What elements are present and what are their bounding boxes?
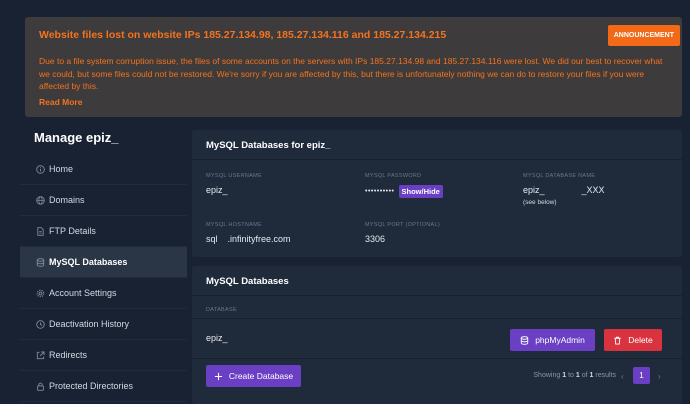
pagination-next[interactable]: › bbox=[658, 372, 661, 381]
gear-icon bbox=[34, 287, 47, 300]
dbname-note: (see below) bbox=[523, 199, 557, 206]
plus-icon bbox=[214, 372, 222, 380]
read-more-link[interactable]: Read More bbox=[39, 97, 82, 107]
clock-icon bbox=[34, 318, 47, 331]
field-label: MYSQL PASSWORD bbox=[365, 173, 422, 179]
sidebar-item-label: Deactivation History bbox=[49, 319, 130, 329]
mysql-hostname-field: MYSQL HOSTNAME sql .infinityfree.com bbox=[206, 222, 291, 244]
pager-to: 1 bbox=[575, 372, 580, 379]
mysql-dbname-field: MYSQL DATABASE NAME epiz_ _XXX (see belo… bbox=[523, 173, 605, 206]
field-label: MYSQL USERNAME bbox=[206, 173, 262, 179]
pagination-prev[interactable]: ‹ bbox=[621, 372, 624, 381]
button-label: Create Database bbox=[228, 371, 294, 381]
database-name: epiz_ bbox=[206, 333, 228, 343]
hostname-suffix: .infinityfree.com bbox=[227, 234, 291, 244]
panel-title: MySQL Databases bbox=[192, 266, 682, 296]
mysql-username-value: epiz_ bbox=[206, 185, 228, 195]
sidebar-item-label: MySQL Databases bbox=[49, 257, 128, 267]
sidebar-item-home[interactable]: Home bbox=[20, 154, 187, 185]
sidebar-item-mysql-databases[interactable]: MySQL Databases bbox=[20, 247, 187, 278]
create-database-button[interactable]: Create Database bbox=[206, 365, 301, 387]
file-icon bbox=[34, 225, 47, 238]
sidebar-item-protected-directories[interactable]: Protected Directories bbox=[20, 371, 187, 402]
announcement-banner: Website files lost on website IPs 185.27… bbox=[25, 17, 682, 117]
table-row: epiz_ phpMyAdmin Delete bbox=[192, 319, 682, 359]
field-label: MYSQL DATABASE NAME bbox=[523, 173, 596, 179]
pager-text: Showing bbox=[533, 372, 561, 379]
info-icon bbox=[34, 163, 47, 176]
field-label: MYSQL PORT (OPTIONAL) bbox=[365, 222, 440, 228]
announcement-badge: ANNOUNCEMENT bbox=[607, 25, 680, 46]
pager-text: of bbox=[581, 372, 588, 379]
field-label: MYSQL HOSTNAME bbox=[206, 222, 262, 228]
pager-from: 1 bbox=[562, 372, 567, 379]
mysql-port-field: MYSQL PORT (OPTIONAL) 3306 bbox=[365, 222, 440, 244]
sidebar-item-label: Redirects bbox=[49, 350, 88, 360]
globe-icon bbox=[34, 194, 47, 207]
button-label: Delete bbox=[628, 335, 653, 345]
sidebar-item-label: FTP Details bbox=[49, 226, 96, 236]
mysql-details-panel: MySQL Databases for epiz_ MYSQL USERNAME… bbox=[192, 130, 682, 257]
panel-title: MySQL Databases for epiz_ bbox=[192, 130, 682, 160]
table-header-database: DATABASE bbox=[192, 296, 682, 319]
dbname-prefix: epiz_ bbox=[523, 185, 545, 195]
mysql-dbname-value: epiz_ _XXX bbox=[523, 185, 605, 195]
hostname-prefix: sql bbox=[206, 234, 218, 244]
mysql-password-row: •••••••••• Show/Hide bbox=[365, 185, 443, 198]
lock-icon bbox=[34, 380, 47, 393]
pager-text: to bbox=[568, 372, 574, 379]
delete-button[interactable]: Delete bbox=[604, 329, 662, 351]
sidebar-item-domains[interactable]: Domains bbox=[20, 185, 187, 216]
database-icon bbox=[34, 256, 47, 269]
mysql-hostname-value: sql .infinityfree.com bbox=[206, 234, 291, 244]
sidebar-item-ftp-details[interactable]: FTP Details bbox=[20, 216, 187, 247]
sidebar-item-redirects[interactable]: Redirects bbox=[20, 340, 187, 371]
mysql-password-mask: •••••••••• bbox=[365, 188, 395, 195]
announcement-title: Website files lost on website IPs 185.27… bbox=[39, 29, 447, 41]
mysql-password-field: MYSQL PASSWORD •••••••••• Show/Hide bbox=[365, 173, 443, 198]
pagination-page-1[interactable]: 1 bbox=[633, 367, 650, 384]
sidebar: Manage epiz_ Home Domains FTP Details My… bbox=[20, 124, 187, 402]
pagination-summary: Showing 1 to 1 of 1 results bbox=[533, 372, 616, 379]
mysql-username-field: MYSQL USERNAME epiz_ bbox=[206, 173, 262, 195]
announcement-body: Due to a file system corruption issue, t… bbox=[39, 56, 663, 91]
external-link-icon bbox=[34, 349, 47, 362]
sidebar-item-label: Protected Directories bbox=[49, 381, 134, 391]
sidebar-item-label: Home bbox=[49, 164, 74, 174]
show-hide-button[interactable]: Show/Hide bbox=[398, 185, 443, 198]
sidebar-item-account-settings[interactable]: Account Settings bbox=[20, 278, 187, 309]
trash-icon bbox=[614, 336, 621, 345]
phpmyadmin-button[interactable]: phpMyAdmin bbox=[510, 329, 595, 351]
sidebar-item-label: Domains bbox=[49, 195, 85, 205]
sidebar-item-deactivation-history[interactable]: Deactivation History bbox=[20, 309, 187, 340]
databases-panel: MySQL Databases DATABASE epiz_ phpMyAdmi… bbox=[192, 266, 682, 404]
mysql-port-value: 3306 bbox=[365, 234, 386, 244]
sidebar-item-label: Account Settings bbox=[49, 288, 117, 298]
database-icon bbox=[520, 335, 529, 345]
pager-text: results bbox=[595, 372, 616, 379]
sidebar-title: Manage epiz_ bbox=[34, 130, 119, 145]
pager-total: 1 bbox=[589, 372, 594, 379]
button-label: phpMyAdmin bbox=[535, 335, 585, 345]
dbname-suffix: _XXX bbox=[581, 185, 605, 195]
